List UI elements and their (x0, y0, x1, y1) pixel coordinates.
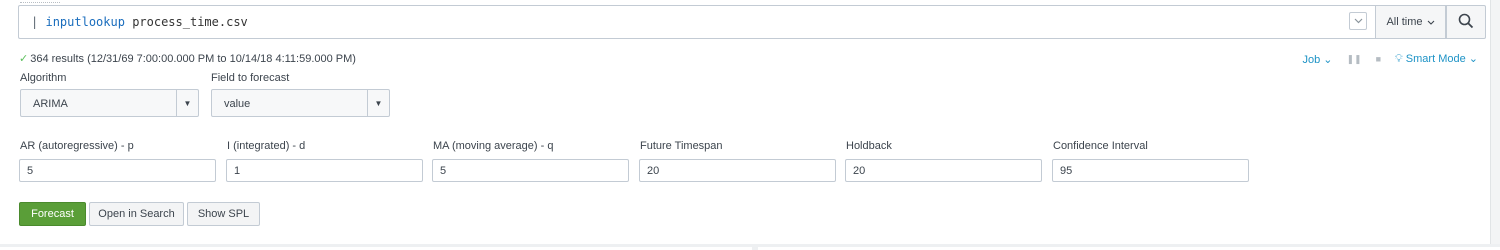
algorithm-dropdown[interactable]: ARIMA ▼ (20, 89, 199, 117)
ma-input[interactable]: 5 (432, 159, 629, 182)
top-divider (20, 0, 60, 3)
caret-down-icon: ▼ (367, 90, 389, 116)
holdback-input[interactable]: 20 (845, 159, 1042, 182)
field-to-forecast-dropdown[interactable]: value ▼ (211, 89, 390, 117)
integrated-label: I (integrated) - d (227, 140, 306, 152)
search-bar[interactable]: | inputlookup process_time.csv (18, 5, 1375, 39)
holdback-label: Holdback (846, 140, 892, 152)
job-controls: Job ⌄ ❚❚ ■ 💡︎ Smart Mode ⌄ (1302, 52, 1478, 66)
chevron-down-icon (1427, 16, 1435, 28)
search-icon (1458, 13, 1474, 32)
results-status: ✓ 364 results (12/31/69 7:00:00.000 PM to… (19, 52, 356, 65)
show-spl-button[interactable]: Show SPL (187, 202, 260, 226)
search-query[interactable]: | inputlookup process_time.csv (31, 15, 248, 29)
ar-input[interactable]: 5 (19, 159, 216, 182)
open-in-search-button[interactable]: Open in Search (89, 202, 184, 226)
search-mode-menu[interactable]: 💡︎ Smart Mode ⌄ (1395, 52, 1478, 66)
chevron-down-icon (1354, 16, 1363, 26)
lightbulb-icon: 💡︎ (1395, 53, 1403, 65)
future-timespan-label: Future Timespan (640, 140, 723, 152)
confidence-interval-label: Confidence Interval (1053, 140, 1148, 152)
chevron-down-icon: ⌄ (1323, 53, 1333, 66)
search-button[interactable] (1446, 5, 1486, 39)
integrated-input[interactable]: 1 (226, 159, 423, 182)
job-label: Job (1302, 53, 1321, 66)
field-to-forecast-label: Field to forecast (211, 72, 290, 84)
expand-search-button[interactable] (1349, 12, 1367, 30)
pause-icon[interactable]: ❚❚ (1347, 54, 1362, 65)
search-command: inputlookup (45, 15, 125, 29)
confidence-interval-input[interactable]: 95 (1052, 159, 1249, 182)
job-menu[interactable]: Job ⌄ (1302, 53, 1332, 66)
algorithm-value: ARIMA (33, 98, 68, 110)
search-pipe: | (31, 15, 39, 29)
forecast-button[interactable]: Forecast (19, 202, 86, 226)
time-range-label: All time (1386, 16, 1423, 28)
results-count: 364 results (12/31/69 7:00:00.000 PM to … (30, 53, 356, 65)
field-to-forecast-value: value (224, 98, 251, 110)
chevron-down-icon: ⌄ (1468, 53, 1478, 65)
search-mode-label: Smart Mode (1405, 53, 1466, 65)
future-timespan-input[interactable]: 20 (639, 159, 836, 182)
checkmark-icon: ✓ (19, 53, 29, 65)
algorithm-label: Algorithm (20, 72, 67, 84)
caret-down-icon: ▼ (176, 90, 198, 116)
main-panel: | inputlookup process_time.csv All time … (0, 0, 1500, 244)
ar-label: AR (autoregressive) - p (20, 140, 134, 152)
search-argument: process_time.csv (132, 15, 248, 29)
time-range-picker[interactable]: All time (1375, 5, 1446, 39)
ma-label: MA (moving average) - q (433, 140, 554, 152)
scrollbar[interactable] (1490, 0, 1500, 244)
stop-icon[interactable]: ■ (1376, 54, 1381, 64)
